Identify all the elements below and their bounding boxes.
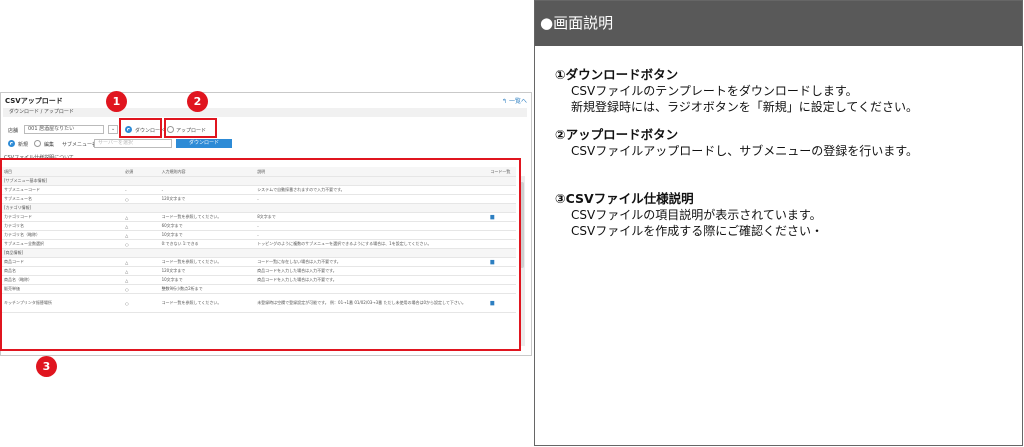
explanation-line: 新規登録時には、ラジオボタンを「新規」に設定してください。 <box>571 100 919 114</box>
radio-new-label: 新規 <box>18 142 29 148</box>
explanation-line: CSVファイルの項目説明が表示されています。 <box>571 208 822 222</box>
shop-label: 店舗 <box>8 128 19 134</box>
submenu-label: サブメニュー名 <box>62 142 98 148</box>
chevron-down-icon[interactable]: ⌄ <box>108 125 118 134</box>
back-link-label: 一覧へ <box>508 98 527 105</box>
download-button[interactable]: ダウンロード <box>176 139 232 148</box>
explanation-item-csv-spec: ③CSVファイル仕様説明 CSVファイルの項目説明が表示されています。 CSVフ… <box>555 191 823 239</box>
annotation-box-1 <box>119 118 162 138</box>
radio-edit-label: 編集 <box>44 142 55 148</box>
explanation-line: CSVファイルアップロードし、サブメニューの登録を行います。 <box>571 144 919 158</box>
radio-edit[interactable] <box>34 140 41 147</box>
panel-header: ●画面説明 <box>535 1 1022 46</box>
radio-new[interactable] <box>8 140 15 147</box>
page-title: CSVアップロード <box>5 97 63 105</box>
shop-select[interactable]: 001 居酒屋なりたい <box>24 125 104 134</box>
annotation-box-3 <box>0 158 521 351</box>
explanation-title: ①ダウンロードボタン <box>555 67 679 82</box>
submenu-select-placeholder: サーバーを選択 <box>98 140 133 146</box>
explanation-title: ③CSVファイル仕様説明 <box>555 191 694 206</box>
explanation-item-upload: ②アップロードボタン CSVファイルアップロードし、サブメニューの登録を行います… <box>555 127 918 159</box>
annotation-marker-3: 3 <box>36 356 57 377</box>
explanation-line: CSVファイルのテンプレートをダウンロードします。 <box>571 84 858 98</box>
back-arrow-icon: ↰ <box>502 98 509 105</box>
shop-select-value: 001 居酒屋なりたい <box>28 126 75 132</box>
annotation-marker-2: 2 <box>187 91 208 112</box>
explanation-panel: ●画面説明 ①ダウンロードボタン CSVファイルのテンプレートをダウンロードしま… <box>534 0 1023 446</box>
submenu-select[interactable]: サーバーを選択 <box>94 139 172 148</box>
explanation-item-download: ①ダウンロードボタン CSVファイルのテンプレートをダウンロードします。 新規登… <box>555 67 918 115</box>
annotation-marker-1: 1 <box>106 91 127 112</box>
explanation-title: ②アップロードボタン <box>555 127 679 142</box>
back-to-list-link[interactable]: ↰ 一覧へ <box>502 96 527 105</box>
annotation-box-2 <box>164 118 217 138</box>
explanation-line: CSVファイルを作成する際にご確認ください・ <box>571 224 823 238</box>
section-header: ダウンロード / アップロード <box>3 108 527 117</box>
